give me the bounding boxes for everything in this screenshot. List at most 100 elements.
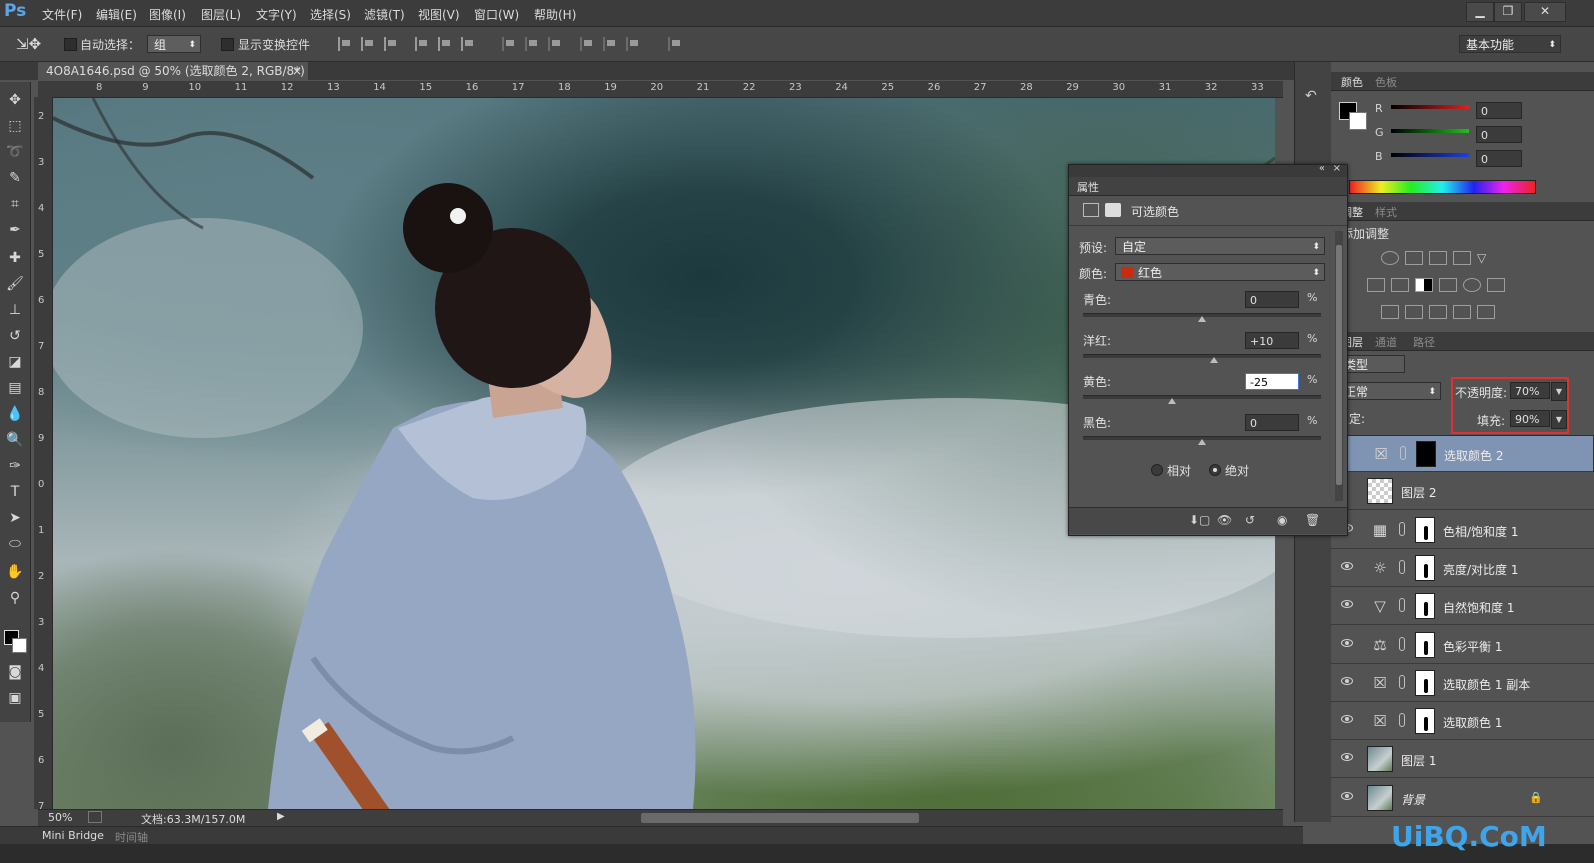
move-tool-icon[interactable]: ✥ xyxy=(5,90,25,110)
layer-thumb[interactable] xyxy=(1367,784,1393,811)
threshold-adjust-icon[interactable] xyxy=(1429,305,1447,319)
auto-select-checkbox[interactable] xyxy=(64,38,77,51)
layer-row[interactable]: 图层 2 xyxy=(1331,473,1594,511)
delete-icon[interactable]: 🗑 xyxy=(1305,513,1320,527)
relative-radio[interactable] xyxy=(1151,464,1163,476)
invert-adjust-icon[interactable] xyxy=(1381,305,1399,319)
view-previous-icon[interactable]: 👁 xyxy=(1217,513,1232,527)
tab-styles[interactable]: 样式 xyxy=(1375,204,1397,220)
menu-file[interactable]: 文件(F) xyxy=(42,6,82,23)
green-slider[interactable] xyxy=(1391,129,1469,133)
layer-row[interactable]: ▦ 色相/饱和度 1 xyxy=(1331,512,1594,549)
pen-tool-icon[interactable]: ✑ xyxy=(5,456,25,476)
distribute-top-icon[interactable] xyxy=(502,37,516,51)
huesat-adjust-icon[interactable] xyxy=(1367,278,1385,292)
color-spectrum[interactable] xyxy=(1349,180,1536,194)
red-slider[interactable] xyxy=(1391,105,1469,109)
path-select-icon[interactable]: ➤ xyxy=(5,508,25,528)
eyedropper-tool-icon[interactable]: ✒ xyxy=(5,220,25,240)
horizontal-scrollbar-thumb[interactable] xyxy=(641,813,919,823)
gradientmap-adjust-icon[interactable] xyxy=(1477,305,1495,319)
slider-thumb[interactable] xyxy=(1168,398,1177,404)
slider-value-field[interactable]: +10 xyxy=(1245,332,1299,349)
status-icon[interactable] xyxy=(88,811,102,823)
quick-mask-icon[interactable]: ◙ xyxy=(5,662,25,682)
layer-thumb[interactable] xyxy=(1367,478,1393,505)
layer-row[interactable]: ▽ 自然饱和度 1 xyxy=(1331,588,1594,626)
levels-adjust-icon[interactable] xyxy=(1405,251,1423,265)
tab-timeline[interactable]: 时间轴 xyxy=(115,829,148,845)
slider-value-field[interactable]: 0 xyxy=(1245,291,1299,308)
distribute-hcenter-icon[interactable] xyxy=(603,37,617,51)
type-tool-icon[interactable]: T xyxy=(5,482,25,502)
menu-image[interactable]: 图像(I) xyxy=(149,6,186,23)
menu-type[interactable]: 文字(Y) xyxy=(256,6,297,23)
auto-align-icon[interactable] xyxy=(668,37,682,51)
show-transform-checkbox[interactable] xyxy=(221,38,234,51)
menu-edit[interactable]: 编辑(E) xyxy=(96,6,137,23)
clip-to-layer-icon[interactable]: ⬇▢ xyxy=(1189,513,1210,527)
chain-icon[interactable] xyxy=(1399,559,1405,574)
posterize-adjust-icon[interactable] xyxy=(1405,305,1423,319)
color-bg-swatch[interactable] xyxy=(1349,112,1367,130)
distribute-left-icon[interactable] xyxy=(580,37,594,51)
layer-row[interactable]: ⚖ 色彩平衡 1 xyxy=(1331,627,1594,664)
channelmixer-adjust-icon[interactable] xyxy=(1463,278,1481,292)
selectivecolor-adjust-icon[interactable] xyxy=(1453,305,1471,319)
distribute-right-icon[interactable] xyxy=(626,37,640,51)
brightness-adjust-icon[interactable] xyxy=(1381,251,1399,265)
align-hcenter-icon[interactable] xyxy=(438,37,452,51)
tab-channels[interactable]: 通道 xyxy=(1375,334,1397,350)
blur-tool-icon[interactable]: 💧 xyxy=(5,404,25,424)
layer-row[interactable]: ☒ 选取颜色 1 副本 xyxy=(1331,665,1594,702)
healing-brush-icon[interactable]: ✚ xyxy=(5,248,25,268)
chain-icon[interactable] xyxy=(1399,521,1405,536)
layer-row[interactable]: ☒ 选取颜色 1 xyxy=(1331,703,1594,741)
slider-thumb[interactable] xyxy=(1209,357,1218,363)
preset-dropdown[interactable]: 自定 ⬍ xyxy=(1115,237,1325,255)
history-brush-icon[interactable]: ↺ xyxy=(5,326,25,346)
dodge-tool-icon[interactable]: 🔍 xyxy=(5,430,25,450)
absolute-radio[interactable] xyxy=(1209,464,1221,476)
chain-icon[interactable] xyxy=(1399,598,1405,613)
eye-icon[interactable] xyxy=(1341,753,1353,762)
blue-value[interactable]: 0 xyxy=(1476,150,1522,167)
slider-value-field[interactable]: -25 xyxy=(1245,373,1299,390)
move-tool-icon[interactable]: ⇲✥ xyxy=(16,35,41,53)
menu-layer[interactable]: 图层(L) xyxy=(201,6,241,23)
align-vcenter-icon[interactable] xyxy=(361,37,375,51)
layer-mask-thumb[interactable] xyxy=(1415,593,1435,620)
blend-mode-dropdown[interactable]: 正常 ⬍ xyxy=(1337,382,1441,400)
close-tab-icon[interactable]: × xyxy=(292,62,302,80)
align-top-icon[interactable] xyxy=(338,37,352,51)
close-button[interactable]: ✕ xyxy=(1524,2,1566,22)
gradient-tool-icon[interactable]: ▤ xyxy=(5,378,25,398)
minimize-button[interactable]: ▁ xyxy=(1466,2,1494,22)
properties-scrollbar[interactable] xyxy=(1335,231,1343,501)
eye-icon[interactable] xyxy=(1341,676,1353,685)
clone-stamp-icon[interactable]: ⊥ xyxy=(5,300,25,320)
hand-tool-icon[interactable]: ✋ xyxy=(5,562,25,582)
colorbalance-adjust-icon[interactable] xyxy=(1391,278,1409,292)
brush-tool-icon[interactable]: 🖌 xyxy=(5,274,25,294)
red-value[interactable]: 0 xyxy=(1476,102,1522,119)
tab-mini-bridge[interactable]: Mini Bridge xyxy=(42,829,104,842)
tab-swatches[interactable]: 色板 xyxy=(1375,74,1397,90)
tab-paths[interactable]: 路径 xyxy=(1413,334,1435,350)
blackwhite-adjust-icon[interactable] xyxy=(1415,278,1433,292)
quick-select-tool-icon[interactable]: ✎ xyxy=(5,168,25,188)
chain-icon[interactable] xyxy=(1400,446,1406,460)
zoom-level[interactable]: 50% xyxy=(48,811,72,824)
eye-icon[interactable] xyxy=(1341,715,1353,724)
photofilter-adjust-icon[interactable] xyxy=(1439,278,1457,292)
eraser-tool-icon[interactable]: ◪ xyxy=(5,352,25,372)
color-dropdown[interactable]: 红色 ⬍ xyxy=(1115,263,1325,281)
layer-row[interactable]: ☒ 选取颜色 2 xyxy=(1331,435,1594,472)
slider-thumb[interactable] xyxy=(1198,316,1206,322)
menu-view[interactable]: 视图(V) xyxy=(418,6,460,23)
menu-window[interactable]: 窗口(W) xyxy=(474,6,519,23)
eye-icon[interactable] xyxy=(1341,600,1353,609)
menu-select[interactable]: 选择(S) xyxy=(310,6,351,23)
eye-icon[interactable] xyxy=(1341,638,1353,647)
mask-icon[interactable] xyxy=(1105,203,1121,217)
